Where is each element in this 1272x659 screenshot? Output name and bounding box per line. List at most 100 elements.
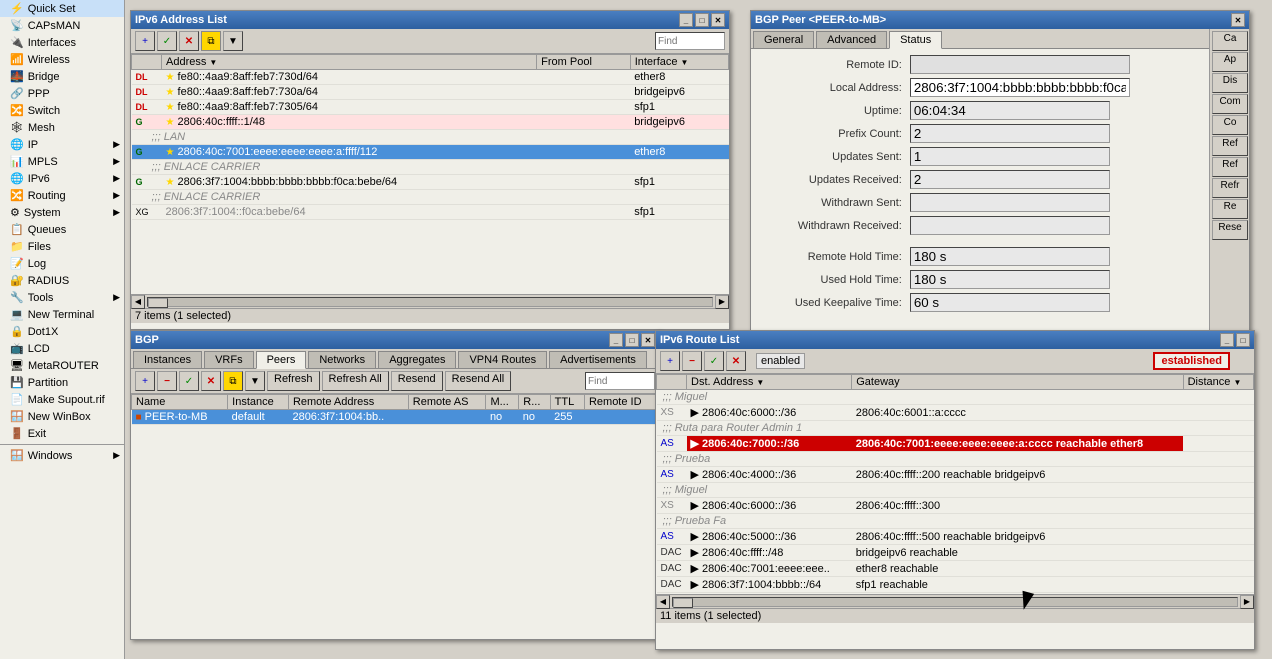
table-row[interactable]: DL ★ fe80::4aa9:8aff:feb7:730a/64 bridge…: [132, 85, 729, 100]
re-button[interactable]: Re: [1212, 199, 1248, 219]
ipv6-route-maximize-btn[interactable]: □: [1236, 333, 1250, 347]
col-distance[interactable]: Distance ▼: [1183, 375, 1253, 390]
sidebar-item-bridge[interactable]: 🌉 Bridge: [0, 68, 124, 85]
apply-button[interactable]: Ap: [1212, 52, 1248, 72]
find-address-input[interactable]: [655, 32, 725, 50]
sidebar-item-log[interactable]: 📝 Log: [0, 255, 124, 272]
remote-id-value[interactable]: [910, 55, 1130, 74]
refresh2-button[interactable]: Ref: [1212, 157, 1248, 177]
bgp-peer-row[interactable]: ■ PEER-to-MB default 2806:3f7:1004:bb.. …: [132, 410, 659, 425]
tab-aggregates[interactable]: Aggregates: [378, 351, 456, 368]
ipv6-route-table-container[interactable]: Dst. Address ▼ Gateway Distance ▼ ;;; Mi…: [656, 374, 1254, 594]
route-row[interactable]: DAC ▶ 2806:40c:7001:eeee:eee.. ether8 re…: [657, 561, 1254, 577]
sidebar-item-capsman[interactable]: 📡 CAPsMAN: [0, 17, 124, 34]
sidebar-item-mesh[interactable]: 🕸 Mesh: [0, 119, 124, 136]
scroll-track[interactable]: [147, 297, 713, 307]
col-address[interactable]: Address ▼: [162, 55, 537, 70]
table-row[interactable]: DL ★ fe80::4aa9:8aff:feb7:7305/64 sfp1: [132, 100, 729, 115]
comment-button[interactable]: Com: [1212, 94, 1248, 114]
resend-button[interactable]: Resend: [391, 371, 443, 391]
tab-advanced[interactable]: Advanced: [816, 31, 887, 48]
route-row[interactable]: AS ▶ 2806:40c:4000::/36 2806:40c:ffff::2…: [657, 467, 1254, 483]
ipv6-address-hscrollbar[interactable]: ◀ ▶: [131, 294, 729, 308]
ipv6-address-close-btn[interactable]: ✕: [711, 13, 725, 27]
col-name[interactable]: Name: [132, 395, 228, 410]
sidebar-item-tools[interactable]: 🔧 Tools ▶: [0, 289, 124, 306]
ipv6-address-minimize-btn[interactable]: _: [679, 13, 693, 27]
route-row[interactable]: XS ▶ 2806:40c:6000::/36 2806:40c:6001::a…: [657, 405, 1254, 421]
scroll-left-arrow[interactable]: ◀: [131, 295, 145, 309]
tab-vpn4routes[interactable]: VPN4 Routes: [458, 351, 547, 368]
ipv6-route-hscrollbar[interactable]: ◀ ▶: [656, 594, 1254, 608]
sidebar-item-metarouter[interactable]: 🖥 MetaROUTER: [0, 357, 124, 374]
refresh3-button[interactable]: Refr: [1212, 178, 1248, 198]
tab-peers[interactable]: Peers: [256, 351, 307, 369]
route-scroll-track[interactable]: [672, 597, 1238, 607]
sidebar-item-new-winbox[interactable]: 🪟 New WinBox: [0, 408, 124, 425]
route-row[interactable]: DAC ▶ 2806:3f7:1004:bbbb::/64 sfp1 reach…: [657, 577, 1254, 593]
bgp-cross-button[interactable]: ✕: [201, 371, 221, 391]
sidebar-item-windows[interactable]: 🪟 Windows ▶: [0, 447, 124, 464]
check-address-button[interactable]: ✓: [157, 31, 177, 51]
refresh-button[interactable]: Ref: [1212, 136, 1248, 156]
route-row-selected[interactable]: AS ▶ 2806:40c:7000::/36 2806:40c:7001:ee…: [657, 436, 1254, 452]
col-remote-address[interactable]: Remote Address: [288, 395, 408, 410]
bgp-remove-button[interactable]: −: [157, 371, 177, 391]
sidebar-item-ipv6[interactable]: 🌐 IPv6 ▶: [0, 170, 124, 187]
connect-button[interactable]: Co: [1212, 115, 1248, 135]
route-remove-button[interactable]: −: [682, 351, 702, 371]
col-from-pool[interactable]: From Pool: [537, 55, 631, 70]
ipv6-route-minimize-btn[interactable]: _: [1220, 333, 1234, 347]
delete-address-button[interactable]: ✕: [179, 31, 199, 51]
col-interface[interactable]: Interface ▼: [630, 55, 728, 70]
route-row[interactable]: AS ▶ 2806:40c:5000::/36 2806:40c:ffff::5…: [657, 529, 1254, 545]
sidebar-item-radius[interactable]: 🔐 RADIUS: [0, 272, 124, 289]
sidebar-item-ppp[interactable]: 🔗 PPP: [0, 85, 124, 102]
disable-button[interactable]: Dis: [1212, 73, 1248, 93]
route-cross-button[interactable]: ✕: [726, 351, 746, 371]
col-m[interactable]: M...: [486, 395, 519, 410]
ipv6-address-maximize-btn[interactable]: □: [695, 13, 709, 27]
bgp-check-button[interactable]: ✓: [179, 371, 199, 391]
col-gateway[interactable]: Gateway: [852, 375, 1183, 390]
scroll-right-arrow[interactable]: ▶: [715, 295, 729, 309]
sidebar-item-switch[interactable]: 🔀 Switch: [0, 102, 124, 119]
add-address-button[interactable]: +: [135, 31, 155, 51]
table-row[interactable]: DL ★ fe80::4aa9:8aff:feb7:730d/64 ether8: [132, 70, 729, 85]
route-scroll-right[interactable]: ▶: [1240, 595, 1254, 609]
table-row[interactable]: XG 2806:3f7:1004::f0ca:bebe/64 sfp1: [132, 205, 729, 220]
bgp-maximize-btn[interactable]: □: [625, 333, 639, 347]
bgp-find-input[interactable]: [585, 372, 655, 390]
sidebar-item-quickset[interactable]: ⚡ Quick Set: [0, 0, 124, 17]
sidebar-item-routing[interactable]: 🔀 Routing ▶: [0, 187, 124, 204]
sidebar-item-dot1x[interactable]: 🔒 Dot1X: [0, 323, 124, 340]
route-add-button[interactable]: +: [660, 351, 680, 371]
bgp-filter-button[interactable]: ▼: [245, 371, 265, 391]
sidebar-item-mpls[interactable]: 📊 MPLS ▶: [0, 153, 124, 170]
tab-instances[interactable]: Instances: [133, 351, 202, 368]
bgp-add-button[interactable]: +: [135, 371, 155, 391]
resend-all-button[interactable]: Resend All: [445, 371, 512, 391]
copy-address-button[interactable]: ⧉: [201, 31, 221, 51]
tab-general[interactable]: General: [753, 31, 814, 48]
route-scroll-left[interactable]: ◀: [656, 595, 670, 609]
tab-advertisements[interactable]: Advertisements: [549, 351, 647, 368]
sidebar-item-system[interactable]: ⚙ System ▶: [0, 204, 124, 221]
table-row[interactable]: G ★ 2806:40c:ffff::1/48 bridgeipv6: [132, 115, 729, 130]
tab-vrfs[interactable]: VRFs: [204, 351, 254, 368]
refresh-button[interactable]: Refresh: [267, 371, 320, 391]
tab-status[interactable]: Status: [889, 31, 942, 49]
local-address-value[interactable]: [910, 78, 1130, 97]
col-ttl[interactable]: TTL: [550, 395, 584, 410]
col-remote-id[interactable]: Remote ID: [584, 395, 658, 410]
bgp-close-btn[interactable]: ✕: [641, 333, 655, 347]
bgp-minimize-btn[interactable]: _: [609, 333, 623, 347]
col-r[interactable]: R...: [519, 395, 550, 410]
filter-address-button[interactable]: ▼: [223, 31, 243, 51]
col-instance[interactable]: Instance: [228, 395, 289, 410]
route-row[interactable]: XS ▶ 2806:40c:6000::/36 2806:40c:ffff::3…: [657, 498, 1254, 514]
tab-networks[interactable]: Networks: [308, 351, 376, 368]
route-check-button[interactable]: ✓: [704, 351, 724, 371]
sidebar-item-partition[interactable]: 💾 Partition: [0, 374, 124, 391]
sidebar-item-new-terminal[interactable]: 💻 New Terminal: [0, 306, 124, 323]
